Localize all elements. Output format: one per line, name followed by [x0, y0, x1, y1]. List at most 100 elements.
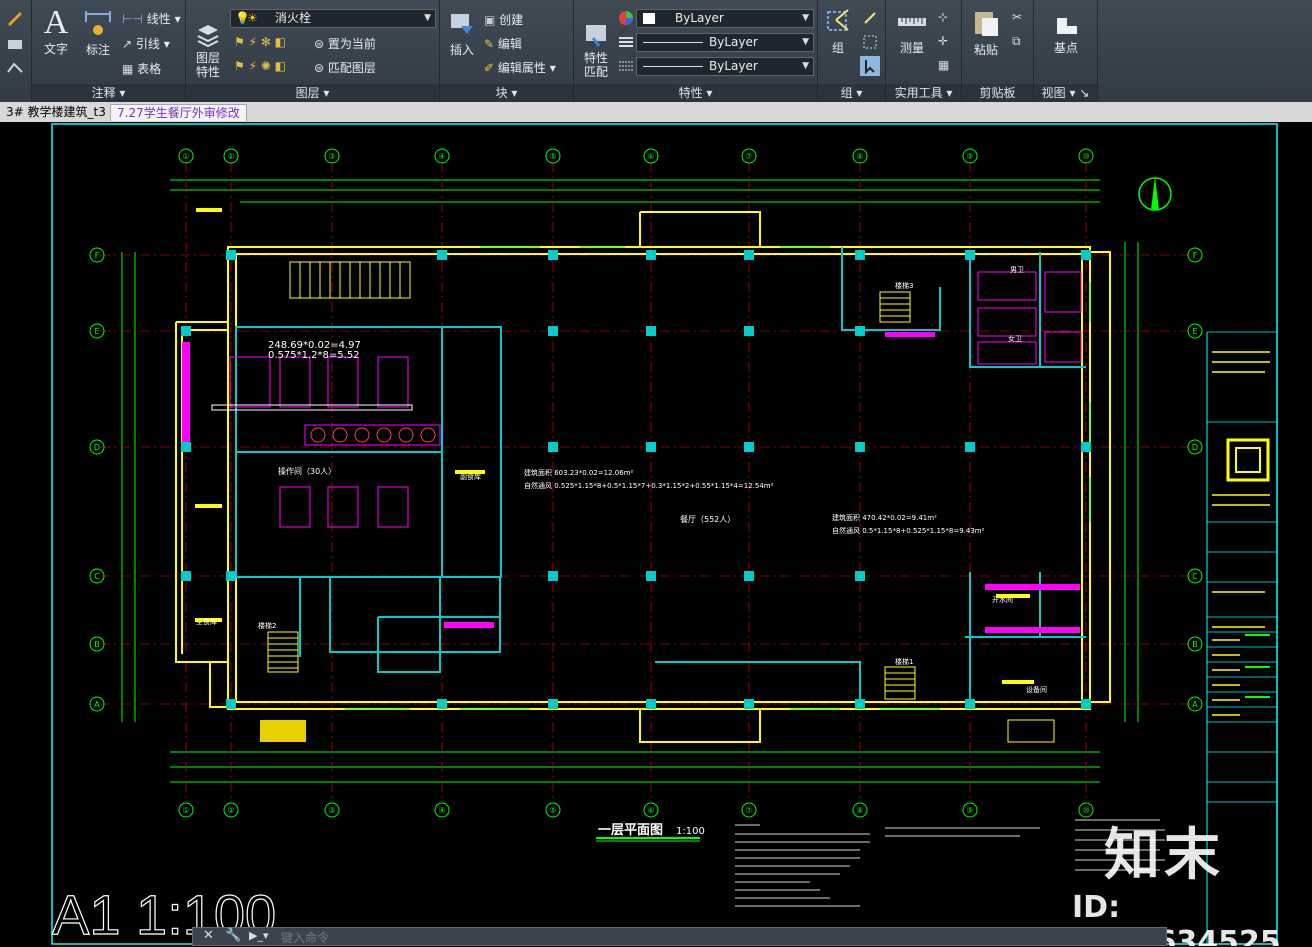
color-swatch [643, 13, 655, 24]
annotation-panel-footer[interactable]: 注释 ▾ [32, 84, 185, 102]
table-button[interactable]: ▦ 表格 [122, 60, 161, 77]
room-label: 开水间 [992, 595, 1013, 604]
edit-block-button[interactable]: ✎ 编辑 [484, 35, 522, 52]
room-label: 女卫 [1008, 334, 1022, 343]
lineweight-icon [619, 61, 633, 71]
calculator-icon[interactable]: ▦ [938, 58, 949, 72]
wrench-icon[interactable]: 🔧 [225, 928, 241, 943]
clipboard-panel-footer[interactable]: 剪贴板 [962, 84, 1033, 102]
ruler-icon [898, 18, 926, 26]
linear-dim-icon: ⊢⊣ [122, 12, 143, 26]
measure-button[interactable]: 测量 [890, 10, 934, 56]
linetype-dropdown[interactable]: ByLayer ▼ [636, 33, 814, 52]
stretch-icon[interactable] [6, 60, 24, 76]
axis-label: ① [182, 806, 189, 815]
layers-panel-footer[interactable]: 图层 ▾ [186, 84, 439, 102]
layer-tools-row2: ⚑ ⚡ ✺ ◧ [234, 59, 286, 73]
tab-teaching-building[interactable]: 3# 教学楼建筑_t3 [0, 104, 112, 121]
color-dropdown[interactable]: ByLayer ▼ [636, 9, 814, 28]
cut-icon[interactable]: ✂ [1012, 10, 1022, 24]
axis-label: B [1192, 640, 1198, 649]
linear-dim-button[interactable]: ⊢⊣ 线性 ▾ [122, 10, 181, 27]
room-label: 操作间（30人） [278, 466, 336, 476]
axis-label: ⑥ [647, 806, 654, 815]
block-panel-footer[interactable]: 块 ▾ [440, 84, 573, 102]
close-icon[interactable]: ✕ [203, 928, 214, 943]
room-label: 设备间 [1026, 685, 1047, 694]
view-panel-footer[interactable]: 视图 ▾ ↘ [1034, 84, 1097, 102]
base-point-button[interactable]: 基点 [1046, 12, 1086, 56]
paste-icon [975, 12, 998, 36]
leader-button[interactable]: ↗ 引线 ▾ [122, 35, 170, 52]
groups-panel-footer[interactable]: 组 ▾ [818, 84, 885, 102]
command-input[interactable] [279, 928, 1153, 947]
quick-select-icon[interactable]: ⊹ [938, 10, 948, 24]
axis-label: ⑨ [966, 806, 973, 815]
pencil-icon[interactable] [6, 10, 24, 26]
match-properties-button[interactable]: 特性 匹配 [578, 8, 614, 93]
axis-label: E [94, 327, 99, 336]
match-properties-icon [586, 25, 606, 47]
annotation-panel: A 文字 标注 ⊢⊣ 线性 ▾ ↗ 引线 ▾ ▦ 表格 注释 ▾ [32, 0, 186, 102]
room-label: 楼梯3 [895, 281, 913, 290]
group-edit-icon[interactable] [862, 34, 878, 50]
room-label: 男卫 [1010, 266, 1024, 274]
axis-label: ⑦ [745, 152, 752, 161]
table-icon: ▦ [122, 62, 134, 76]
tab-cafeteria-revision[interactable]: 7.27学生餐厅外审修改 [110, 104, 247, 121]
axis-label: ③ [328, 152, 335, 161]
axis-label: ④ [438, 806, 445, 815]
layer-properties-button[interactable]: 图层 特性 [190, 8, 226, 93]
dimension-button[interactable]: 标注 [78, 8, 118, 58]
axis-label: C [1192, 572, 1198, 581]
text-icon: A [43, 4, 69, 41]
area-calc-text: 自然通风 0.525*1.15*8+0.5*1.15*7+0.3*1.15*2+… [524, 481, 774, 490]
edit-attribute-icon: ✐ [484, 61, 495, 75]
axis-label: ① [182, 152, 189, 161]
color-wheel-icon[interactable] [618, 10, 634, 26]
properties-panel-footer[interactable]: 特性 ▾ [574, 84, 817, 102]
utilities-panel-footer[interactable]: 实用工具 ▾ [886, 84, 961, 102]
room-label: 楼梯1 [895, 657, 913, 666]
layer-tool-icon[interactable]: ⚑ ⚡ ✺ ◧ [234, 59, 286, 73]
insert-button[interactable]: 插入 [444, 8, 480, 58]
axis-label: ⑧ [856, 806, 863, 815]
layer-tool-icon[interactable]: ⚑ ⚡ ✻ ◧ [234, 35, 286, 49]
command-prompt-icon: ▶_▾ [249, 929, 269, 942]
group-button[interactable]: 组 [820, 8, 856, 56]
group-select-icon[interactable] [860, 56, 880, 76]
chevron-down-icon: ▼ [424, 13, 431, 23]
room-label: 副食库 [460, 472, 481, 481]
axis-label: ⑤ [549, 152, 556, 161]
block-panel: 插入 ▣ 创建 ✎ 编辑 ✐ 编辑属性 ▾ 块 ▾ [440, 0, 574, 102]
paste-button[interactable]: 粘贴 [966, 8, 1006, 58]
eraser-icon[interactable] [6, 36, 24, 52]
axis-label: ⑨ [966, 152, 973, 161]
ungroup-icon[interactable] [862, 10, 878, 26]
create-block-button[interactable]: ▣ 创建 [484, 11, 523, 28]
ribbon: A 文字 标注 ⊢⊣ 线性 ▾ ↗ 引线 ▾ ▦ 表格 注释 ▾ 图层 特性 💡… [0, 0, 1312, 103]
lineweight-dropdown[interactable]: ByLayer ▼ [636, 57, 814, 76]
text-button[interactable]: A 文字 [36, 6, 76, 57]
copy-icon[interactable]: ⧉ [1012, 34, 1021, 49]
room-label: 主食库 [196, 617, 217, 626]
view-panel: 基点 视图 ▾ ↘ [1034, 0, 1098, 102]
groups-panel: 组 组 ▾ [818, 0, 886, 102]
set-current-button[interactable]: ⊜ 置为当前 [314, 35, 376, 52]
drawing-scale: 1:100 [676, 826, 705, 837]
area-calc-text: 建筑面积 603.23*0.02=12.06m² [524, 468, 634, 477]
axis-label: D [1192, 443, 1198, 452]
layer-dropdown[interactable]: 💡 ☀ 消火栓 ▼ [230, 9, 436, 28]
area-calc-text: 建筑面积 470.42*0.02=9.41m² [832, 513, 937, 522]
match-layer-button[interactable]: ⊜ 匹配图层 [314, 59, 376, 76]
base-view-icon [1057, 18, 1077, 34]
layers-icon [197, 25, 219, 48]
axis-label: A [1192, 700, 1198, 709]
group-icon [827, 9, 849, 31]
drawing-canvas[interactable]: ①①②②③③④④⑤⑤⑥⑥⑦⑦⑧⑧⑨⑨⑩⑩FFEEDDCCBBAA 248.69*… [0, 122, 1312, 946]
axis-label: ⑤ [549, 806, 556, 815]
edit-attribute-button[interactable]: ✐ 编辑属性 ▾ [484, 59, 556, 76]
axis-label: ③ [328, 806, 335, 815]
area-calc-text: 0.575*1.2*8=5.52 [268, 350, 360, 361]
point-icon[interactable]: ✛ [938, 34, 948, 48]
